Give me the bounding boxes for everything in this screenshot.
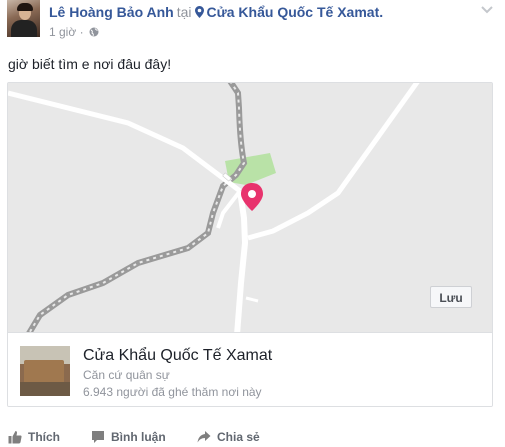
checkin-place-link[interactable]: Cửa Khẩu Quốc Tế Xamat. (207, 4, 384, 20)
post-text: giờ biết tìm e nơi đâu đây! (8, 56, 172, 72)
map[interactable] (8, 83, 492, 332)
post-meta: 1 giờ · (49, 25, 99, 39)
place-name[interactable]: Cửa Khẩu Quốc Tế Xamat (83, 346, 272, 366)
comment-button[interactable]: Bình luận (91, 430, 166, 444)
place-category: Căn cứ quân sự (83, 368, 170, 382)
chevron-down-icon[interactable] (481, 3, 493, 15)
place-card[interactable]: Cửa Khẩu Quốc Tế Xamat Căn cứ quân sự 6.… (7, 82, 493, 407)
share-label: Chia sẻ (217, 430, 260, 444)
post-time[interactable]: 1 giờ (49, 25, 76, 39)
share-icon (197, 431, 211, 443)
comment-label: Bình luận (111, 430, 166, 444)
at-word: tại (176, 4, 192, 20)
location-pin-icon (194, 6, 204, 18)
save-button[interactable]: Lưu (430, 286, 472, 308)
share-button[interactable]: Chia sẻ (197, 430, 260, 444)
meta-separator: · (79, 25, 84, 39)
like-button[interactable]: Thích (8, 430, 60, 444)
like-icon (8, 431, 22, 444)
globe-icon[interactable] (89, 27, 99, 37)
avatar[interactable] (7, 0, 40, 37)
place-visits: 6.943 người đã ghé thăm nơi này (83, 385, 262, 399)
like-label: Thích (28, 430, 60, 444)
comment-icon (92, 431, 104, 443)
place-info[interactable]: Cửa Khẩu Quốc Tế Xamat Căn cứ quân sự 6.… (8, 332, 492, 406)
place-thumbnail[interactable] (20, 346, 70, 396)
author-name[interactable]: Lê Hoàng Bảo Anh (49, 4, 174, 20)
post-header: Lê Hoàng Bảo Anh tại Cửa Khẩu Quốc Tế Xama… (49, 3, 383, 21)
